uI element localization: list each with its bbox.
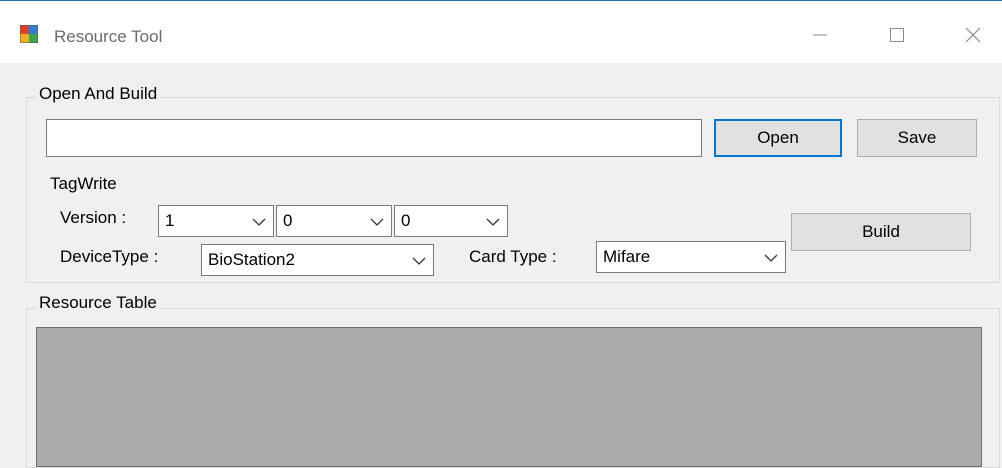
open-and-build-legend: Open And Build bbox=[36, 84, 161, 104]
maximize-button[interactable] bbox=[872, 15, 922, 55]
device-type-label: DeviceType : bbox=[60, 247, 159, 266]
version-minor-value: 0 bbox=[283, 211, 293, 230]
version-patch-select[interactable]: 0 bbox=[394, 205, 508, 237]
close-button[interactable] bbox=[948, 15, 998, 55]
version-minor-select[interactable]: 0 bbox=[276, 205, 392, 237]
version-patch-value: 0 bbox=[401, 211, 411, 230]
version-major-select[interactable]: 1 bbox=[158, 205, 274, 237]
save-button[interactable]: Save bbox=[857, 119, 977, 157]
app-icon bbox=[19, 24, 39, 44]
device-type-select[interactable]: BioStation2 bbox=[201, 244, 434, 276]
chevron-down-icon bbox=[251, 214, 267, 230]
title-bar[interactable]: Resource Tool bbox=[0, 1, 1002, 63]
resource-tool-window: Resource Tool Open And Build Open Save T… bbox=[0, 0, 1002, 468]
resource-table-grid[interactable] bbox=[36, 327, 982, 467]
chevron-down-icon bbox=[485, 214, 501, 230]
card-type-select[interactable]: Mifare bbox=[596, 241, 786, 273]
close-icon bbox=[965, 27, 981, 43]
card-type-label: Card Type : bbox=[469, 247, 557, 266]
open-button[interactable]: Open bbox=[714, 119, 842, 157]
resource-table-legend: Resource Table bbox=[36, 293, 160, 313]
minimize-button[interactable] bbox=[795, 15, 845, 55]
tagwrite-label: TagWrite bbox=[50, 174, 117, 193]
minimize-icon bbox=[813, 28, 827, 42]
version-major-value: 1 bbox=[165, 211, 175, 230]
maximize-icon bbox=[890, 28, 904, 42]
build-button[interactable]: Build bbox=[791, 213, 971, 251]
chevron-down-icon bbox=[411, 253, 427, 269]
path-input[interactable] bbox=[46, 119, 702, 157]
device-type-value: BioStation2 bbox=[208, 250, 295, 269]
version-label: Version : bbox=[60, 208, 127, 227]
chevron-down-icon bbox=[763, 250, 779, 266]
card-type-value: Mifare bbox=[603, 247, 651, 266]
window-title: Resource Tool bbox=[54, 27, 163, 46]
chevron-down-icon bbox=[369, 214, 385, 230]
